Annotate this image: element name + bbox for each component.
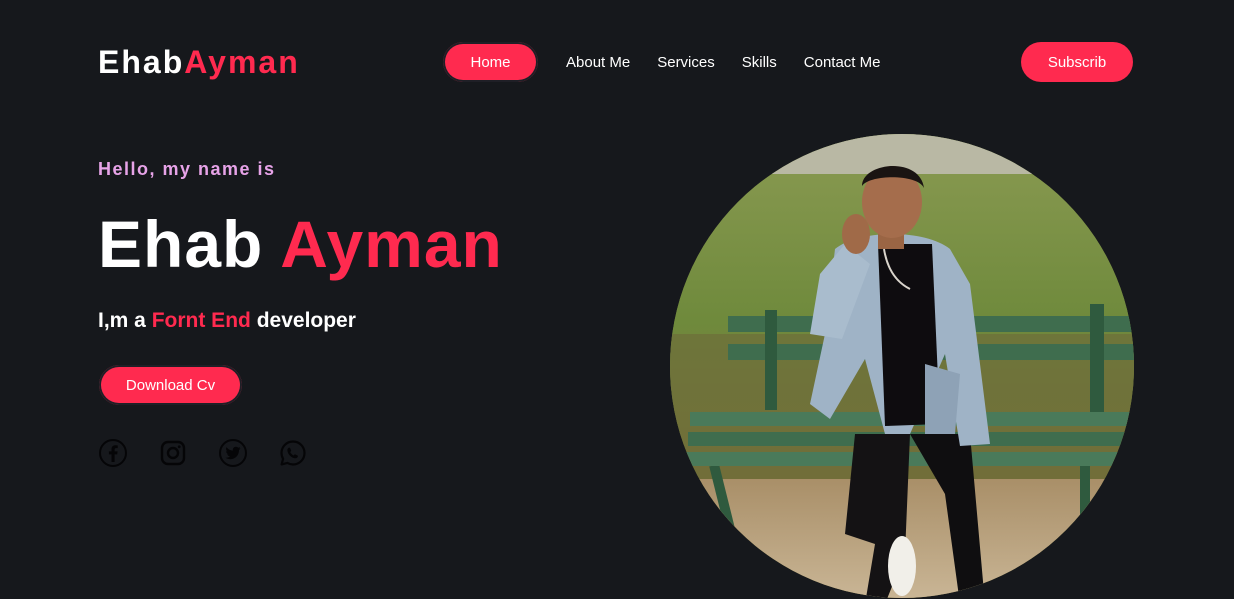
role-text: I,m a Fornt End developer (98, 309, 356, 333)
nav-item-services[interactable]: Services (657, 54, 715, 71)
nav-item-about-me[interactable]: About Me (566, 54, 630, 71)
logo-first-name: Ehab (98, 44, 185, 80)
profile-photo (670, 134, 1134, 598)
role-suffix: developer (256, 309, 356, 332)
nav-item-skills[interactable]: Skills (742, 54, 777, 71)
nav-item-contact-me[interactable]: Contact Me (804, 54, 881, 71)
nav-item-home[interactable]: Home (443, 42, 538, 82)
hero-last-name: Ayman (280, 207, 503, 281)
twitter-icon[interactable] (218, 438, 248, 468)
role-prefix: I,m a (98, 309, 146, 332)
instagram-icon[interactable] (158, 438, 188, 468)
hero-first-name: Ehab (98, 207, 264, 281)
role-accent: Fornt End (151, 309, 251, 332)
download-cv-button[interactable]: Download Cv (99, 365, 242, 405)
logo-last-name: Ayman (184, 44, 300, 80)
whatsapp-icon[interactable] (278, 438, 308, 468)
main-nav: Home About Me Services Skills Contact Me (443, 42, 907, 82)
facebook-icon[interactable] (98, 438, 128, 468)
hero-name: Ehab Ayman (98, 206, 503, 282)
subscribe-button[interactable]: Subscrib (1021, 42, 1133, 82)
site-logo[interactable]: EhabAyman (98, 44, 300, 80)
greeting-text: Hello, my name is (98, 159, 276, 179)
landing-page: EhabAyman Home About Me Services Skills … (0, 0, 1234, 599)
social-links (98, 438, 338, 468)
